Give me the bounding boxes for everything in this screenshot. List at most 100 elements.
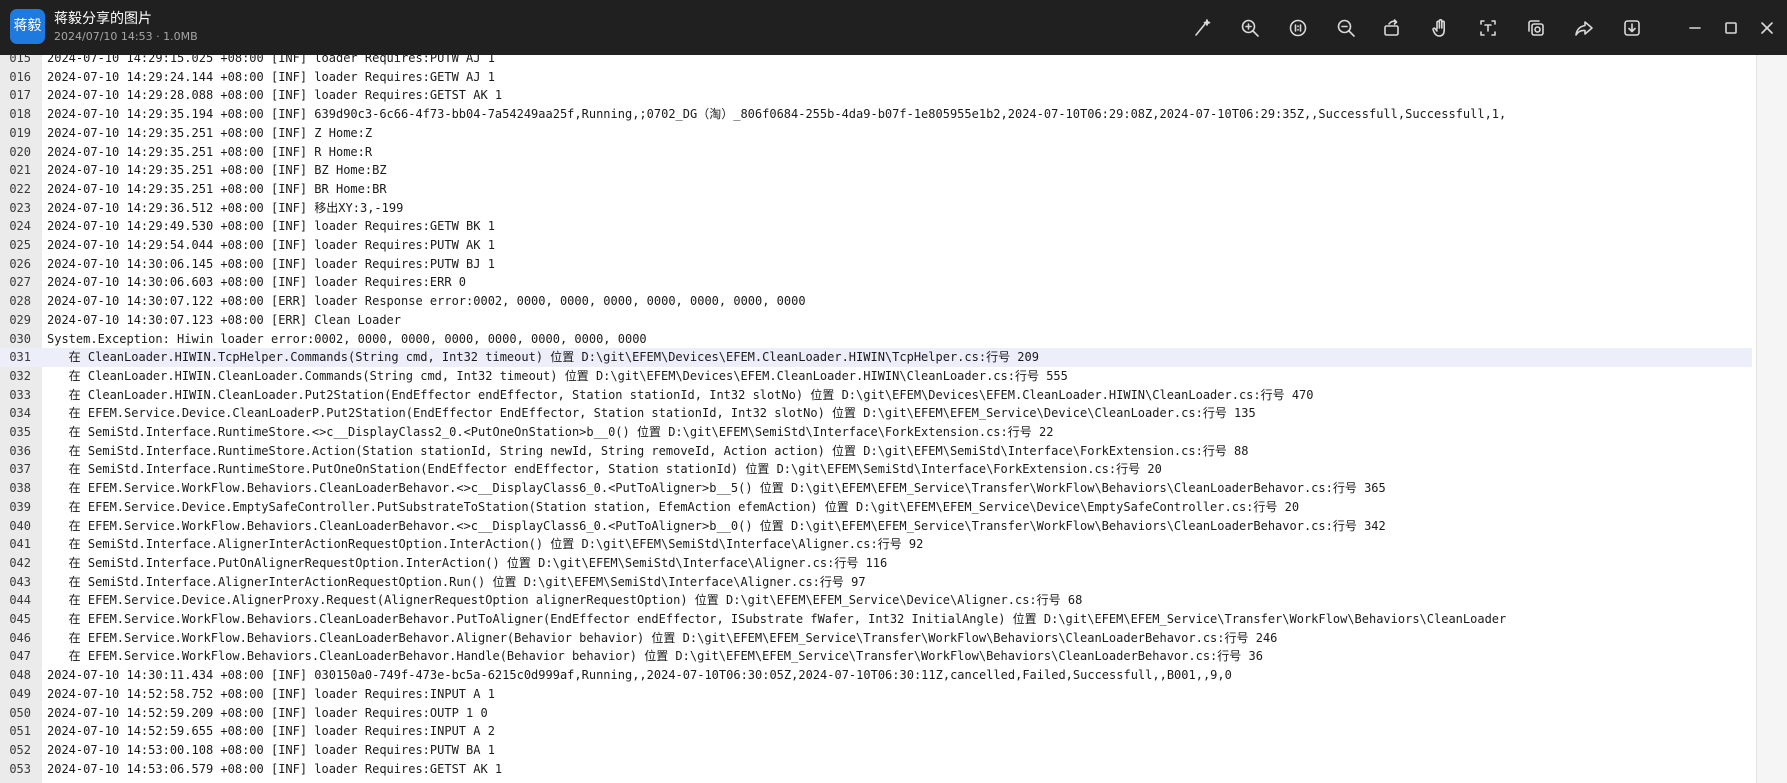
log-line: 031 在 CleanLoader.HIWIN.TcpHelper.Comman…: [0, 348, 1752, 367]
log-line: 040 在 EFEM.Service.WorkFlow.Behaviors.Cl…: [0, 517, 1752, 536]
log-line-text: 2024-07-10 14:29:36.512 +08:00 [INF] 移出X…: [47, 200, 404, 215]
log-line: 051 2024-07-10 14:52:59.655 +08:00 [INF] …: [0, 722, 1752, 741]
line-number: 019: [9, 125, 31, 140]
log-line-text: 2024-07-10 14:29:15.025 +08:00 [INF] loa…: [47, 55, 495, 65]
log-line-text: 在 EFEM.Service.WorkFlow.Behaviors.CleanL…: [47, 481, 1386, 496]
line-number: 017: [9, 88, 31, 103]
log-line-text: System.Exception: Hiwin loader error:000…: [47, 331, 647, 346]
zoom-in-icon[interactable]: [1238, 16, 1262, 40]
log-line-text: 在 SemiStd.Interface.RuntimeStore.Action(…: [47, 443, 1249, 458]
log-line: 038 在 EFEM.Service.WorkFlow.Behaviors.Cl…: [0, 479, 1752, 498]
log-line-text: 2024-07-10 14:29:35.251 +08:00 [INF] Z H…: [47, 125, 373, 140]
log-line-text: 在 SemiStd.Interface.PutOnAlignerRequestO…: [47, 555, 888, 570]
line-number: 046: [9, 630, 31, 645]
line-number: 029: [9, 312, 31, 327]
log-line: 034 在 EFEM.Service.Device.CleanLoaderP.P…: [0, 404, 1752, 423]
log-line: 039 在 EFEM.Service.Device.EmptySafeContr…: [0, 498, 1752, 517]
title-bar: 蒋毅 蒋毅分享的图片 2024/07/10 14:53 · 1.0MB: [0, 0, 1787, 55]
close-icon[interactable]: [1755, 16, 1779, 40]
log-line: 045 在 EFEM.Service.WorkFlow.Behaviors.Cl…: [0, 610, 1752, 629]
share-icon[interactable]: [1572, 16, 1596, 40]
line-number: 047: [9, 649, 31, 664]
log-line-text: 在 EFEM.Service.Device.CleanLoaderP.Put2S…: [47, 406, 1256, 421]
log-line: 019 2024-07-10 14:29:35.251 +08:00 [INF] …: [0, 124, 1752, 143]
line-number: 026: [9, 256, 31, 271]
line-number: 053: [9, 761, 31, 776]
line-number: 038: [9, 481, 31, 496]
log-line-text: 在 SemiStd.Interface.RuntimeStore.<>c__Di…: [47, 425, 1054, 439]
fit-screen-icon[interactable]: [1286, 16, 1310, 40]
app-icon[interactable]: 蒋毅: [10, 9, 45, 44]
line-number: 020: [9, 144, 31, 159]
line-number: 052: [9, 742, 31, 757]
log-line-text: 在 SemiStd.Interface.AlignerInterActionRe…: [47, 537, 924, 552]
log-line: 044 在 EFEM.Service.Device.AlignerProxy.R…: [0, 591, 1752, 610]
log-line: 016 2024-07-10 14:29:24.144 +08:00 [INF] …: [0, 68, 1752, 87]
download-icon[interactable]: [1620, 16, 1644, 40]
copy-icon[interactable]: [1524, 16, 1548, 40]
log-line-text: 2024-07-10 14:29:49.530 +08:00 [INF] loa…: [47, 219, 495, 234]
log-line: 050 2024-07-10 14:52:59.209 +08:00 [INF] …: [0, 704, 1752, 723]
log-line-text: 2024-07-10 14:30:07.122 +08:00 [ERR] loa…: [47, 294, 806, 309]
line-number: 045: [9, 612, 31, 626]
log-line: 049 2024-07-10 14:52:58.752 +08:00 [INF] …: [0, 685, 1752, 704]
log-line-text: 2024-07-10 14:52:59.209 +08:00 [INF] loa…: [47, 705, 488, 720]
line-number: 039: [9, 499, 31, 514]
line-number: 043: [9, 574, 31, 589]
line-number: 023: [9, 200, 31, 215]
line-number: 025: [9, 238, 31, 252]
log-line-text: 在 SemiStd.Interface.RuntimeStore.PutOneO…: [47, 462, 1162, 477]
line-number: 041: [9, 537, 31, 552]
log-line-text: 2024-07-10 14:30:11.434 +08:00 [INF] 030…: [47, 668, 1232, 683]
line-number: 044: [9, 593, 31, 608]
log-line: 032 在 CleanLoader.HIWIN.CleanLoader.Comm…: [0, 367, 1752, 386]
line-number: 051: [9, 724, 31, 739]
log-line: 024 2024-07-10 14:29:49.530 +08:00 [INF] …: [0, 217, 1752, 236]
log-line: 029 2024-07-10 14:30:07.123 +08:00 [ERR] …: [0, 311, 1752, 330]
log-line-text: 2024-07-10 14:53:00.108 +08:00 [INF] loa…: [47, 742, 495, 757]
line-number: 048: [9, 668, 31, 683]
log-line: 037 在 SemiStd.Interface.RuntimeStore.Put…: [0, 460, 1752, 479]
log-line: 020 2024-07-10 14:29:35.251 +08:00 [INF] …: [0, 143, 1752, 162]
line-number: 034: [9, 406, 31, 421]
line-number: 037: [9, 462, 31, 477]
maximize-icon[interactable]: [1719, 16, 1743, 40]
line-number: 036: [9, 443, 31, 458]
log-line-text: 在 EFEM.Service.Device.AlignerProxy.Reque…: [47, 593, 1083, 608]
line-number: 035: [9, 425, 31, 439]
log-line: 052 2024-07-10 14:53:00.108 +08:00 [INF] …: [0, 741, 1752, 760]
log-line-text: 2024-07-10 14:29:35.194 +08:00 [INF] 639…: [47, 107, 1507, 122]
line-number: 050: [9, 705, 31, 720]
line-number: 022: [9, 181, 31, 196]
hand-icon[interactable]: [1428, 16, 1452, 40]
minimize-icon[interactable]: [1683, 16, 1707, 40]
log-line-text: 在 CleanLoader.HIWIN.TcpHelper.Commands(S…: [47, 350, 1039, 365]
rotate-icon[interactable]: [1380, 16, 1404, 40]
line-number: 018: [9, 107, 31, 122]
log-line-text: 在 SemiStd.Interface.AlignerInterActionRe…: [47, 574, 866, 589]
log-line-text: 2024-07-10 14:30:07.123 +08:00 [ERR] Cle…: [47, 312, 402, 327]
log-line-text: 2024-07-10 14:30:06.145 +08:00 [INF] loa…: [47, 256, 495, 271]
line-number: 016: [9, 69, 31, 84]
log-line: 028 2024-07-10 14:30:07.122 +08:00 [ERR] …: [0, 292, 1752, 311]
log-line-text: 在 EFEM.Service.WorkFlow.Behaviors.CleanL…: [47, 649, 1263, 664]
log-line-text: 2024-07-10 14:30:06.603 +08:00 [INF] loa…: [47, 275, 467, 290]
ocr-icon[interactable]: [1476, 16, 1500, 40]
window-title: 蒋毅分享的图片: [54, 11, 152, 27]
magic-wand-icon[interactable]: [1190, 16, 1214, 40]
log-line: 026 2024-07-10 14:30:06.145 +08:00 [INF] …: [0, 255, 1752, 274]
log-line-text: 2024-07-10 14:29:35.251 +08:00 [INF] BZ …: [47, 163, 387, 178]
scrollbar[interactable]: [1756, 55, 1787, 783]
log-line: 033 在 CleanLoader.HIWIN.CleanLoader.Put2…: [0, 386, 1752, 405]
log-line: 035 在 SemiStd.Interface.RuntimeStore.<>c…: [0, 423, 1752, 442]
zoom-out-icon[interactable]: [1334, 16, 1358, 40]
image-viewport[interactable]: 015 2024-07-10 14:29:15.025 +08:00 [INF] …: [0, 55, 1787, 783]
log-line-text: 2024-07-10 14:53:06.579 +08:00 [INF] loa…: [47, 761, 503, 776]
line-number: 032: [9, 368, 31, 383]
log-line-text: 2024-07-10 14:29:24.144 +08:00 [INF] loa…: [47, 69, 495, 84]
log-line: 048 2024-07-10 14:30:11.434 +08:00 [INF] …: [0, 666, 1752, 685]
log-line-text: 在 CleanLoader.HIWIN.CleanLoader.Commands…: [47, 368, 1068, 383]
log-line-text: 在 EFEM.Service.Device.EmptySafeControlle…: [47, 499, 1300, 514]
log-line: 021 2024-07-10 14:29:35.251 +08:00 [INF] …: [0, 161, 1752, 180]
line-number: 030: [9, 331, 31, 346]
